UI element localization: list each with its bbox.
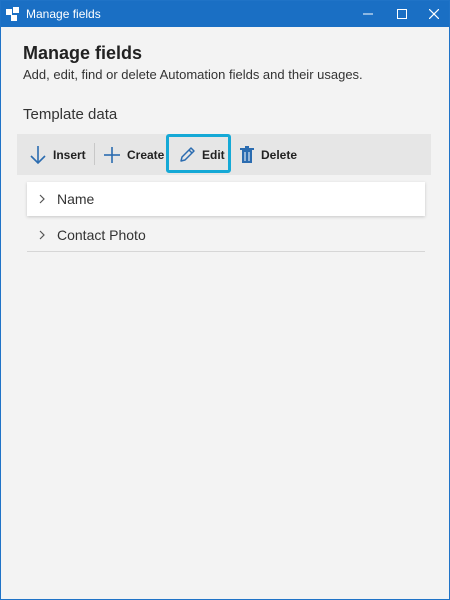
close-button[interactable] — [419, 1, 449, 27]
tree-item-contact-photo[interactable]: Contact Photo — [27, 218, 425, 252]
title-bar[interactable]: Manage fields — [1, 1, 449, 27]
app-icon — [5, 6, 21, 22]
create-button[interactable]: Create — [103, 134, 164, 175]
tree-item-name[interactable]: Name — [27, 182, 425, 216]
toolbar-separator — [94, 143, 95, 165]
tree-item-label: Name — [57, 191, 95, 207]
field-tree: Name Contact Photo — [27, 182, 425, 252]
edit-button[interactable]: Edit — [178, 134, 225, 175]
window-title: Manage fields — [26, 7, 101, 21]
maximize-button[interactable] — [387, 1, 417, 27]
edit-label: Edit — [202, 147, 225, 162]
create-label: Create — [127, 147, 165, 162]
section-title: Template data — [23, 106, 118, 123]
minimize-icon — [363, 13, 373, 15]
insert-label: Insert — [53, 147, 86, 162]
close-icon — [429, 9, 439, 19]
tree-item-label: Contact Photo — [57, 226, 146, 243]
plus-icon — [104, 146, 120, 163]
trash-icon — [240, 145, 254, 163]
manage-fields-window: Manage fields Manage fields Add, edit, f… — [0, 0, 450, 600]
maximize-icon — [397, 9, 407, 19]
minimize-button[interactable] — [353, 1, 383, 27]
insert-button[interactable]: Insert — [29, 134, 86, 175]
delete-button[interactable]: Delete — [239, 134, 297, 175]
delete-label: Delete — [261, 147, 298, 162]
chevron-right-icon[interactable] — [27, 230, 57, 240]
toolbar: Insert Create Edit Delete — [17, 134, 431, 175]
page-title: Manage fields — [23, 43, 143, 63]
pencil-icon — [180, 146, 195, 162]
arrow-down-icon — [30, 145, 46, 164]
chevron-right-icon[interactable] — [27, 194, 57, 204]
page-subtitle: Add, edit, find or delete Automation fie… — [23, 67, 363, 82]
